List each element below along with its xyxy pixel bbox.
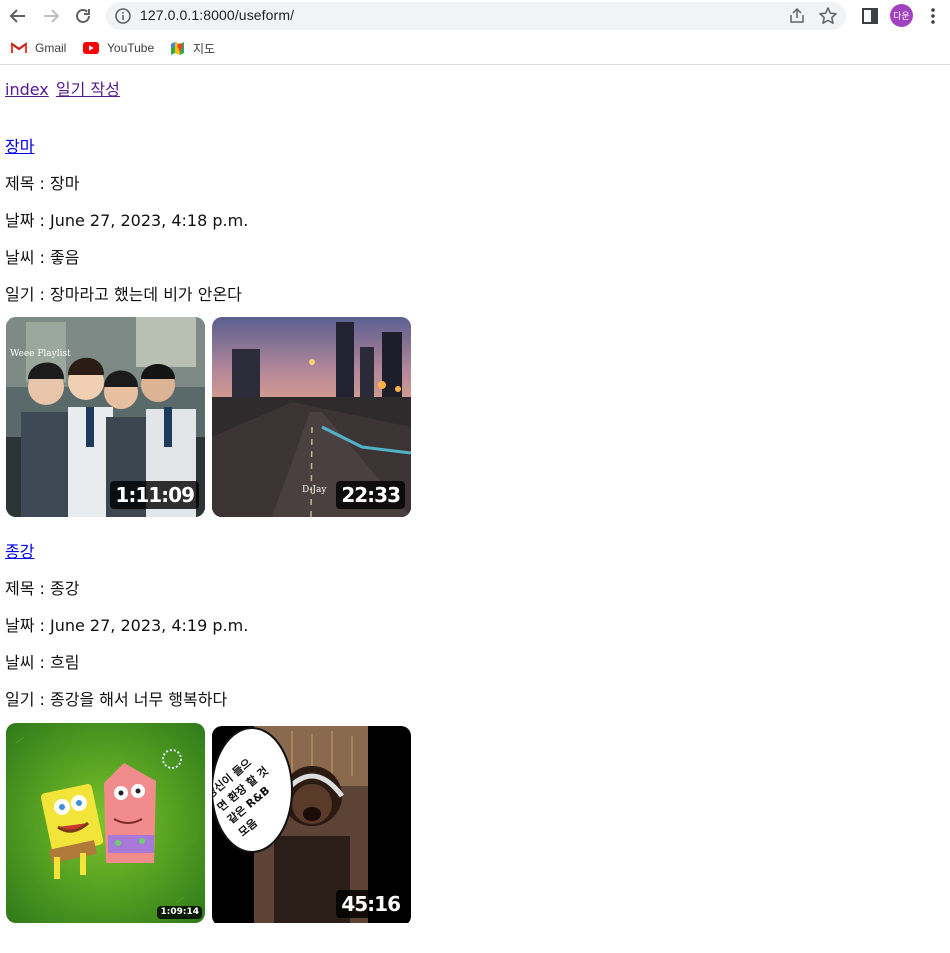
video-thumbnail[interactable]: D-Jay 22:33 [212, 317, 411, 517]
arrow-left-icon [9, 9, 25, 23]
entry-diary: 일기 : 장마라고 했는데 비가 안온다 [5, 285, 242, 304]
thumbnail-caption: Weee Playlist [10, 349, 71, 359]
entry-diary: 일기 : 종강을 해서 너무 행복하다 [5, 690, 228, 709]
entry-title: 제목 : 종강 [5, 579, 80, 598]
entry-title: 제목 : 장마 [5, 174, 80, 193]
entry-date: 날짜 : June 27, 2023, 4:19 p.m. [5, 616, 249, 635]
info-icon[interactable] [114, 7, 132, 25]
video-thumbnail[interactable]: 1:09:14 [6, 723, 205, 923]
entry-date: 날짜 : June 27, 2023, 4:18 p.m. [5, 211, 249, 230]
entry-title-link[interactable]: 종강 [5, 538, 34, 562]
bookmark-youtube[interactable]: YouTube [83, 39, 154, 57]
reload-button[interactable] [71, 4, 95, 28]
write-diary-link[interactable]: 일기 작성 [56, 80, 120, 99]
side-panel-icon[interactable] [860, 6, 880, 26]
bookmark-label: 지도 [193, 41, 216, 56]
arrow-right-icon [44, 9, 60, 23]
video-duration: 22:33 [336, 481, 405, 509]
forward-button[interactable] [39, 4, 63, 28]
url-text[interactable]: 127.0.0.1:8000/useform/ [140, 7, 294, 23]
youtube-icon [83, 42, 99, 54]
profile-avatar[interactable]: 다운 [890, 4, 913, 27]
top-nav: index 일기 작성 [5, 76, 122, 100]
maps-icon [171, 41, 184, 55]
reload-icon [76, 9, 90, 23]
bookmark-label: Gmail [35, 41, 67, 55]
thumbnail-caption: D-Jay [302, 485, 327, 495]
video-duration: 45:16 [336, 890, 405, 918]
video-thumbnail[interactable]: Weee Playlist 1:11:09 [6, 317, 205, 517]
thumbnail-image [6, 723, 205, 923]
back-button[interactable] [6, 4, 30, 28]
bookmark-maps[interactable]: 지도 [170, 39, 215, 57]
entry-weather: 날씨 : 흐림 [5, 653, 80, 672]
kebab-menu-icon[interactable] [925, 6, 941, 26]
browser-toolbar: 127.0.0.1:8000/useform/ 다운 [0, 0, 950, 32]
entry-title-link[interactable]: 장마 [5, 133, 34, 157]
gmail-icon [11, 42, 27, 53]
address-bar[interactable]: 127.0.0.1:8000/useform/ [106, 2, 846, 30]
video-thumbnail[interactable]: 당신이 들으면 환장 할 것 같은 R&B 모음 45:16 [212, 726, 411, 926]
bookmark-label: YouTube [107, 41, 155, 55]
entry-weather: 날씨 : 좋음 [5, 248, 80, 267]
bookmarks-bar: Gmail YouTube 지도 [0, 32, 950, 65]
index-link[interactable]: index [5, 80, 49, 99]
share-icon[interactable] [788, 7, 806, 25]
bookmark-gmail[interactable]: Gmail [11, 39, 66, 57]
page-content: index 일기 작성 장마 제목 : 장마 날짜 : June 27, 202… [0, 66, 950, 953]
bookmark-star-icon[interactable] [818, 6, 838, 26]
video-duration: 1:09:14 [157, 906, 202, 919]
video-duration: 1:11:09 [110, 481, 199, 509]
